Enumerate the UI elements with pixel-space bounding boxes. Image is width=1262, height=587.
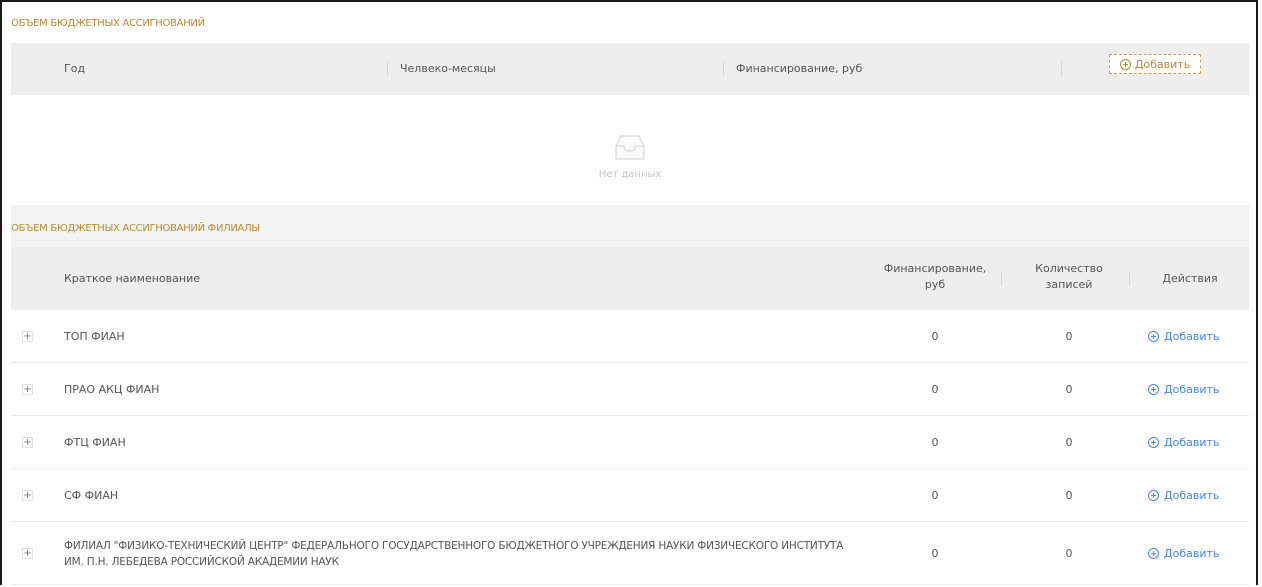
column-person-months: Челвеко-месяцы [400,62,496,75]
empty-state: Нет данных [11,96,1249,204]
plus-circle-icon [1148,384,1159,395]
column-count-line2: записей [1045,278,1093,291]
branch-name: ФТЦ ФИАН [64,436,126,449]
add-row-button[interactable]: Добавить [1148,330,1219,343]
branches-table-header: Краткое наименование Финансирование, руб… [11,247,1249,310]
column-divider [723,62,724,76]
add-budget-button-label: Добавить [1134,57,1191,71]
add-row-label: Добавить [1164,436,1220,449]
branch-funding: 0 [931,547,939,560]
add-row-button[interactable]: Добавить [1148,489,1219,502]
branch-name: СФ ФИАН [64,489,119,502]
table-row: + СФ ФИАН 0 0 Добавить [11,469,1249,522]
column-record-count: Количество записей [1009,261,1129,293]
column-count-line1: Количество [1035,262,1103,275]
branch-record-count: 0 [1065,383,1073,396]
plus-circle-icon [1119,58,1131,70]
branch-name-line2: ИМ. П.Н. ЛЕБЕДЕВА РОССИЙСКОЙ АКАДЕМИИ НА… [64,556,339,568]
column-funding-line2: руб [924,278,946,291]
column-actions: Действия [1162,272,1218,285]
budget-section-title: ОБЪЕМ БЮДЖЕТНЫХ АССИГНОВАНИЙ [11,18,205,29]
branch-name: ФИЛИАЛ "ФИЗИКО-ТЕХНИЧЕСКИЙ ЦЕНТР" ФЕДЕРА… [64,538,843,570]
empty-box-icon [615,135,645,160]
branch-record-count: 0 [1065,547,1073,560]
column-funding-line1: Финансирование, [883,262,987,275]
add-row-button[interactable]: Добавить [1148,436,1219,449]
add-row-button[interactable]: Добавить [1148,383,1219,396]
table-row: + ФИЛИАЛ "ФИЗИКО-ТЕХНИЧЕСКИЙ ЦЕНТР" ФЕДЕ… [11,522,1249,585]
empty-state-text: Нет данных [598,169,662,180]
column-divider [387,62,388,76]
branch-record-count: 0 [1065,436,1073,449]
branch-name: ТОП ФИАН [64,330,125,343]
add-row-label: Добавить [1164,330,1220,343]
add-row-label: Добавить [1164,547,1220,560]
branch-record-count: 0 [1065,489,1073,502]
plus-circle-icon [1148,331,1159,342]
branch-funding: 0 [931,330,939,343]
branch-record-count: 0 [1065,330,1073,343]
table-row: + ПРАО АКЦ ФИАН 0 0 Добавить [11,363,1249,416]
branch-funding: 0 [931,383,939,396]
plus-circle-icon [1148,490,1159,501]
expand-row-button[interactable]: + [22,437,33,448]
plus-circle-icon [1148,437,1159,448]
expand-row-button[interactable]: + [22,384,33,395]
add-budget-button[interactable]: Добавить [1109,54,1201,74]
add-row-label: Добавить [1164,383,1220,396]
plus-circle-icon [1148,548,1159,559]
branch-name: ПРАО АКЦ ФИАН [64,383,160,396]
table-row: + ТОП ФИАН 0 0 Добавить [11,310,1249,363]
add-row-button[interactable]: Добавить [1148,547,1219,560]
branch-funding: 0 [931,489,939,502]
expand-row-button[interactable]: + [22,548,33,559]
column-divider [1061,62,1062,76]
add-row-label: Добавить [1164,489,1220,502]
column-funding: Финансирование, руб [736,62,863,75]
page-frame: ОБЪЕМ БЮДЖЕТНЫХ АССИГНОВАНИЙ Год Челвеко… [0,0,1258,585]
column-divider [1129,272,1130,286]
column-year: Год [64,62,86,75]
expand-row-button[interactable]: + [22,331,33,342]
table-row: + ФТЦ ФИАН 0 0 Добавить [11,416,1249,469]
column-divider [1001,272,1002,286]
branch-name-line1: ФИЛИАЛ "ФИЗИКО-ТЕХНИЧЕСКИЙ ЦЕНТР" ФЕДЕРА… [64,540,844,552]
branches-section-title: ОБЪЕМ БЮДЖЕТНЫХ АССИГНОВАНИЙ ФИЛИАЛЫ [11,223,260,234]
column-short-name: Краткое наименование [64,272,200,285]
column-funding: Финансирование, руб [875,261,995,293]
budget-table-header: Год Челвеко-месяцы Финансирование, руб Д… [11,43,1249,95]
expand-row-button[interactable]: + [22,490,33,501]
branch-funding: 0 [931,436,939,449]
